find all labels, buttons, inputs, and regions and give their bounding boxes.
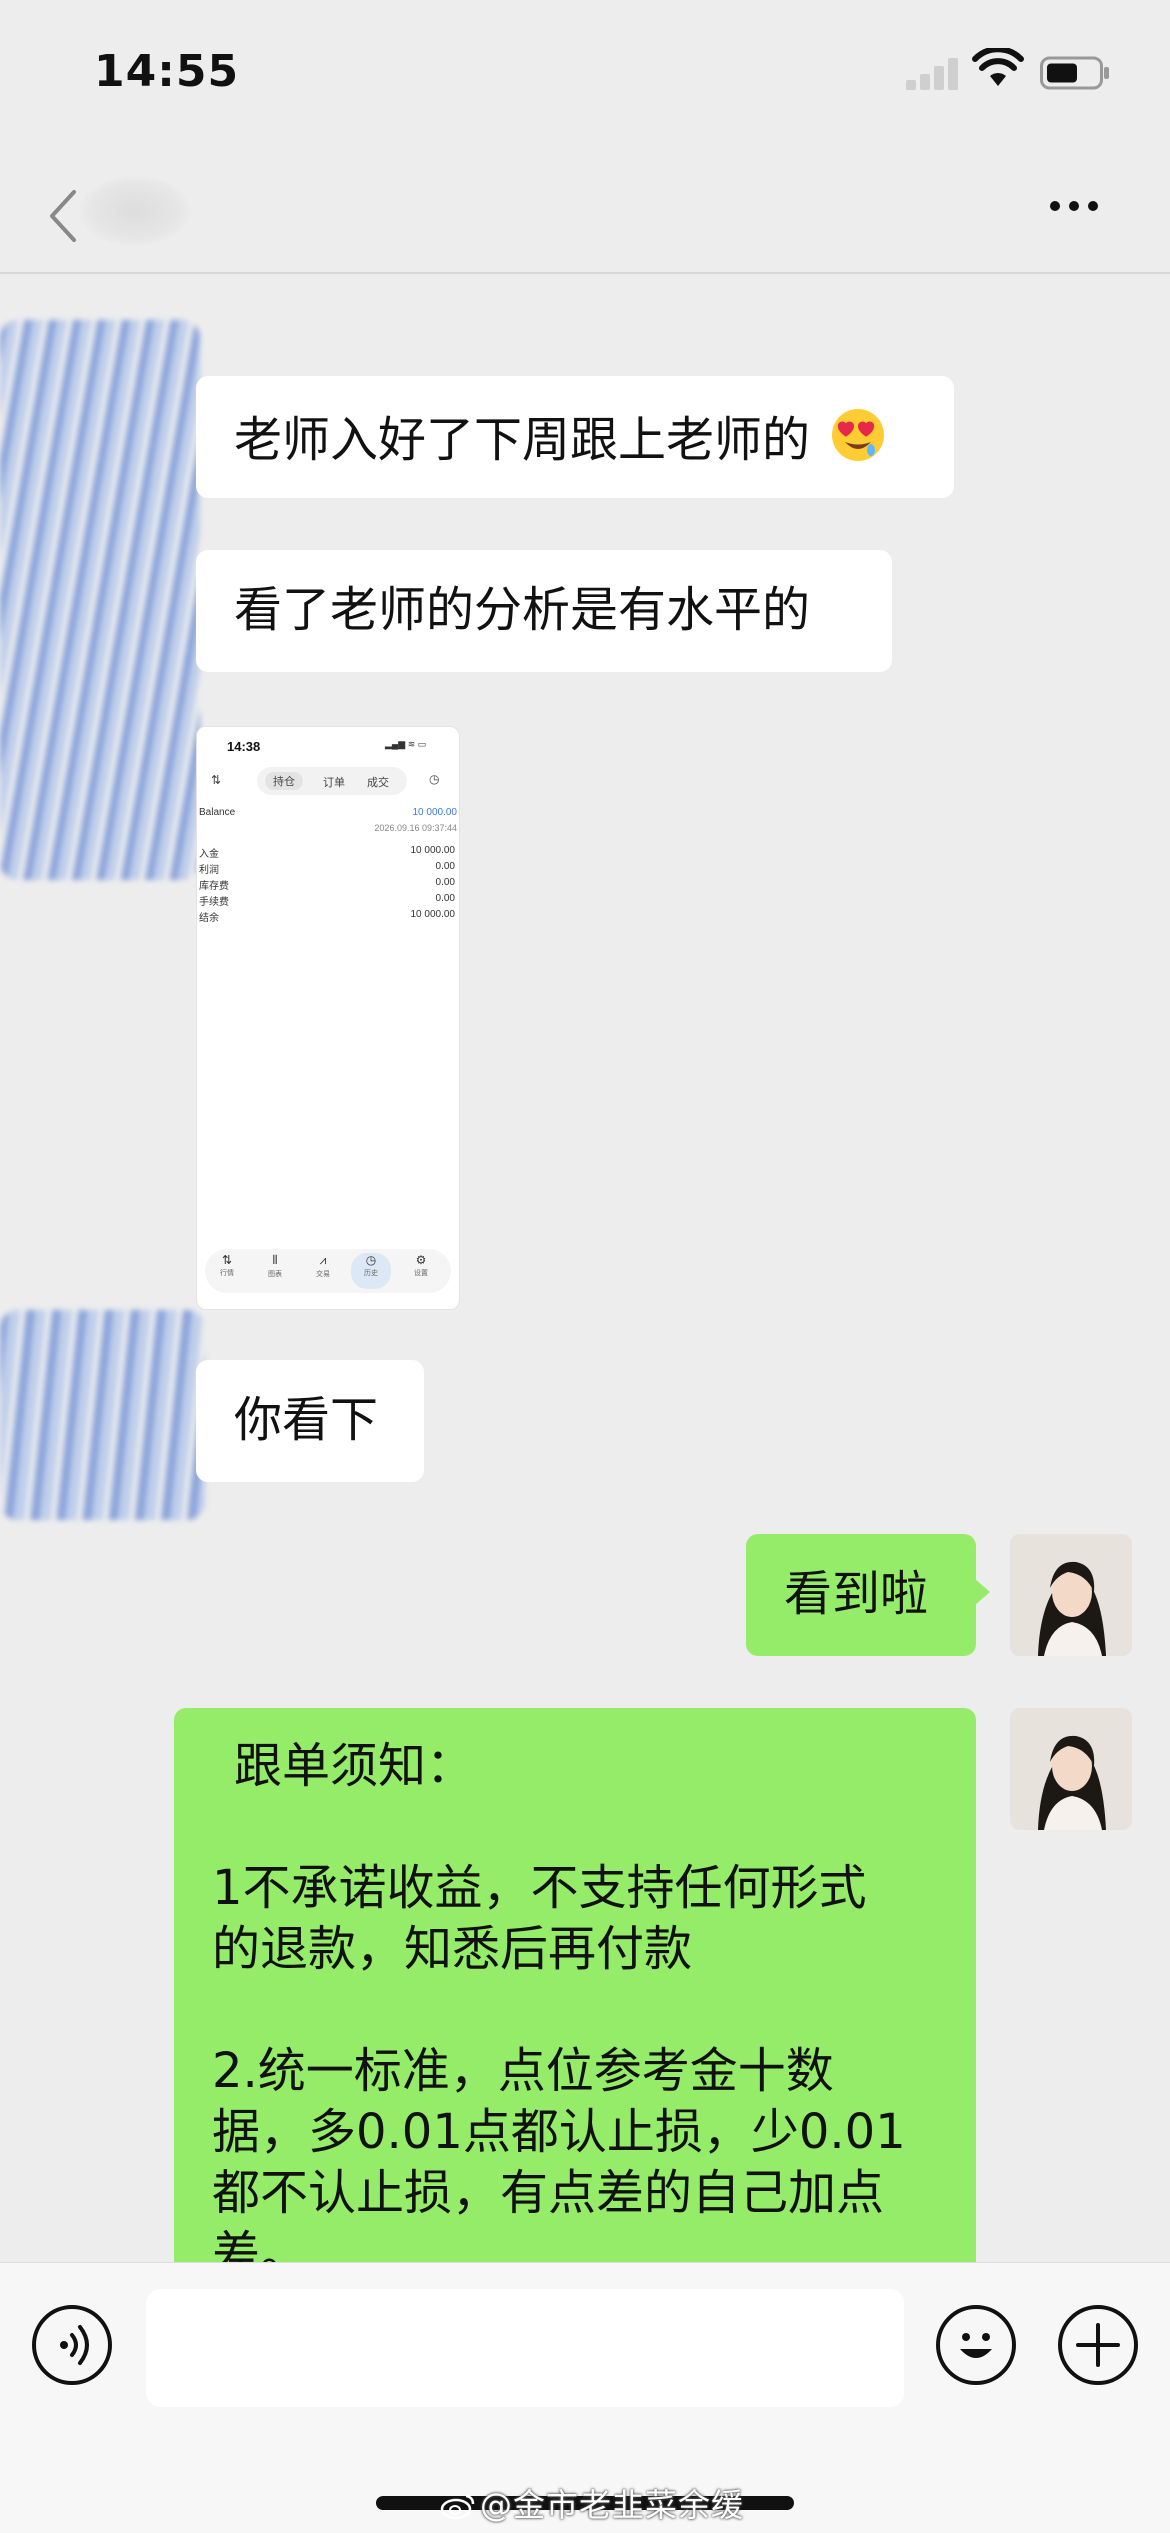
self-avatar[interactable] [1010, 1534, 1132, 1656]
notice-message-bubble[interactable]: 跟单须知： 1不承诺收益，不支持任何形式 的退款，知悉后再付款 2.统一标准，点… [174, 1708, 976, 2268]
self-avatar-image [1010, 1534, 1132, 1656]
signal-icon [906, 54, 964, 90]
redacted-avatar [0, 320, 200, 880]
heart-eyes-emoji-icon [832, 409, 885, 461]
battery-icon [1040, 56, 1109, 90]
chat-header [0, 150, 1170, 274]
screenshot-balance-value: 10 000.00 [412, 807, 458, 818]
notice-line: 的退款，知悉后再付款 [212, 1921, 693, 1977]
screenshot-nav-item: ⚙ 设置 [414, 1253, 428, 1277]
message-input[interactable] [146, 2289, 904, 2407]
screenshot-timestamp: 2026.09.16 09:37:44 [374, 823, 457, 833]
self-avatar-image [1010, 1708, 1132, 1830]
screenshot-row: 手续费 0.00 [199, 893, 455, 908]
voice-icon [60, 2325, 89, 2365]
message-bubble[interactable]: 你看下 [196, 1360, 424, 1482]
screenshot-tab: 持仓 [265, 772, 303, 790]
message-text: 老师入好了下周跟上老师的 [234, 412, 811, 468]
screenshot-tabs: 持仓 订单 成交 [257, 767, 407, 795]
watermark: @金市老韭菜余缓 [440, 2480, 744, 2526]
message-bubble[interactable]: 看了老师的分析是有水平的 [196, 550, 892, 672]
weibo-logo-icon [440, 2494, 475, 2520]
emoji-button[interactable] [936, 2305, 1016, 2385]
screenshot-row: 利润 0.00 [199, 861, 455, 876]
notice-line: 1不承诺收益，不支持任何形式 [212, 1860, 867, 1916]
screenshot-nav-item: ⦀ 图表 [268, 1253, 282, 1278]
self-avatar[interactable] [1010, 1708, 1132, 1830]
screenshot-row: 入金 10 000.00 [199, 845, 455, 860]
notice-line: 都不认止损，有点差的自己加点 [212, 2165, 885, 2221]
wifi-icon [972, 48, 1024, 86]
message-text: 看到啦 [784, 1566, 929, 1622]
message-text: 看了老师的分析是有水平的 [234, 582, 811, 638]
emoji-icon [960, 2333, 992, 2358]
more-icon[interactable] [1050, 196, 1120, 226]
message-bubble[interactable]: 老师入好了下周跟上老师的 [196, 376, 954, 498]
watermark-text: @金市老韭菜余缓 [480, 2486, 745, 2524]
screenshot-balance-label: Balance [199, 807, 236, 818]
chat-title-redacted [80, 176, 190, 246]
screenshot-tab: 成交 [367, 777, 389, 789]
clock-icon: ◷ [429, 772, 440, 786]
image-message-screenshot[interactable]: 14:38 ▂▄▆ ≋ ▭ ⇅ 持仓 订单 成交 ◷ Balance 10 00… [196, 726, 460, 1310]
screenshot-nav-item: ⩘ 交易 [316, 1253, 330, 1278]
screenshot-nav-item: ⇅ 行情 [220, 1253, 234, 1277]
screenshot-row: 库存费 0.00 [199, 877, 455, 892]
screenshot-row: 结余 10 000.00 [199, 909, 455, 924]
screenshot-bottom-nav: ⇅ 行情 ⦀ 图表 ⩘ 交易 ◷ 历史 ⚙ 设置 [205, 1249, 451, 1293]
self-message-bubble[interactable]: 看到啦 [746, 1534, 990, 1656]
screenshot-time: 14:38 [227, 739, 261, 754]
status-time: 14:55 [94, 46, 240, 97]
screenshot-tab: 订单 [323, 777, 345, 789]
message-text: 你看下 [234, 1392, 379, 1448]
screenshot-nav-item: ◷ 历史 [351, 1253, 391, 1289]
redacted-avatar [0, 1310, 205, 1520]
status-bar: 14:55 [0, 0, 1170, 150]
notice-line: 2.统一标准，点位参考金十数 [212, 2043, 834, 2099]
notice-title: 跟单须知： [234, 1738, 475, 1794]
plus-icon [1076, 2323, 1120, 2367]
voice-button[interactable] [32, 2305, 112, 2385]
sort-icon: ⇅ [211, 773, 222, 787]
back-icon[interactable] [44, 186, 84, 246]
more-actions-button[interactable] [1058, 2305, 1138, 2385]
notice-line: 据，多0.01点都认止损，少0.01 [212, 2104, 906, 2160]
